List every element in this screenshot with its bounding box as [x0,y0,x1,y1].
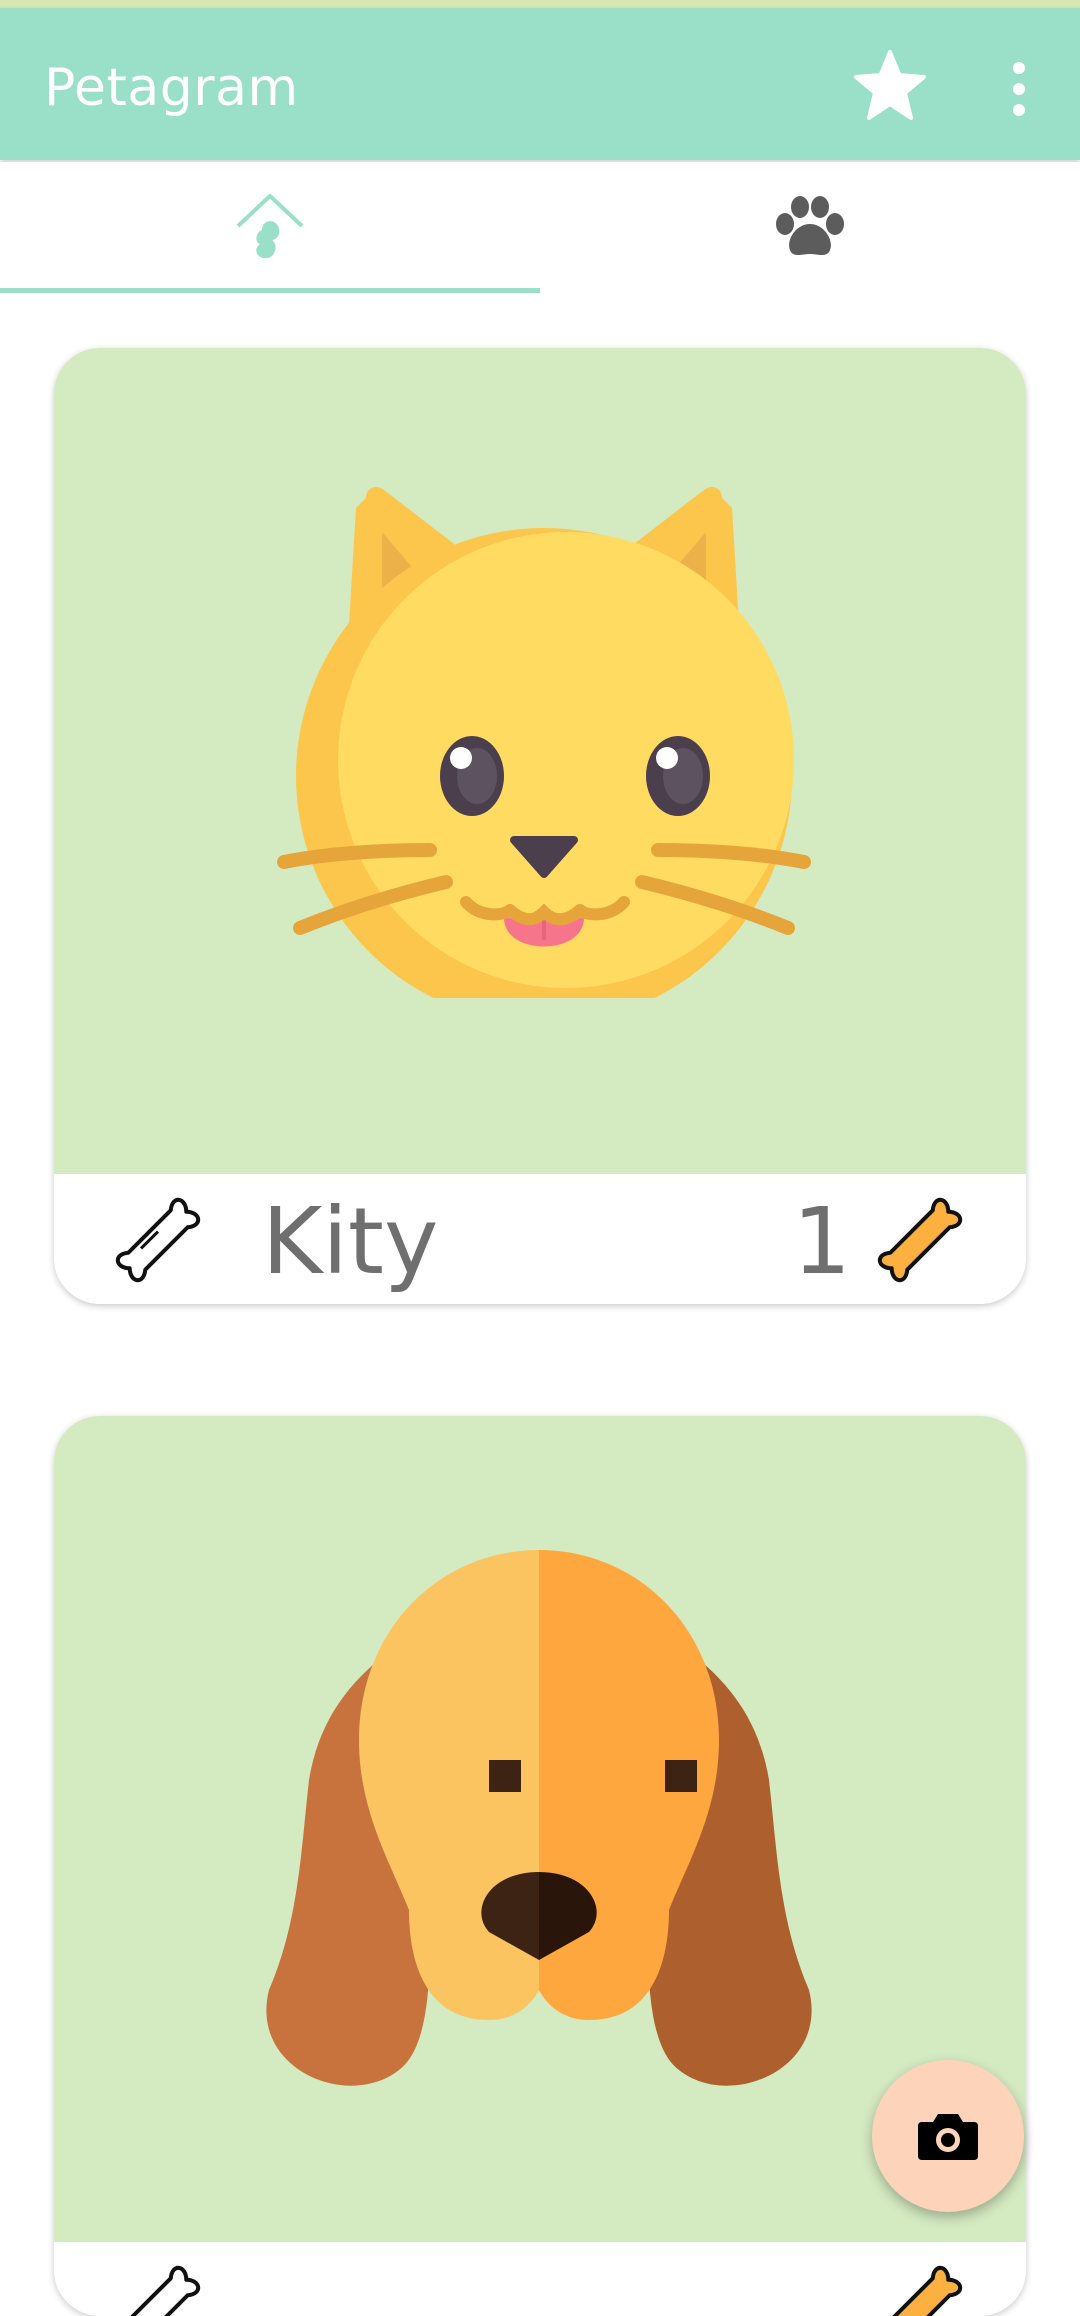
pet-card-footer: Kity 1 [54,1174,1026,1304]
like-button[interactable] [106,1190,210,1290]
tab-indicator [0,288,540,293]
camera-fab[interactable] [872,2060,1024,2212]
pet-name: Kity [262,1188,439,1295]
bone-filled-icon [877,1197,963,1283]
status-bar [0,0,1080,8]
dog-face-image [266,1550,812,2086]
camera-icon [918,2114,978,2160]
tab-bar [0,162,1080,294]
tab-pets[interactable] [540,162,1080,294]
home-pet-icon [236,194,304,259]
pet-image [54,348,1026,1174]
bone-outline-icon [115,1197,201,1283]
favorites-button[interactable] [850,46,930,126]
pet-card-footer [54,2242,1026,2316]
app-title: Petagram [44,58,299,118]
rating-count: 1 [792,1188,851,1295]
pet-card: Kity 1 [54,348,1026,1304]
app-bar: Petagram [0,8,1080,160]
bone-outline-icon [115,2265,201,2316]
like-button[interactable] [106,2258,210,2316]
rating-bone [868,2258,972,2316]
more-options-button[interactable] [998,58,1040,122]
bone-filled-icon [877,2265,963,2316]
paw-icon [776,196,844,255]
star-icon [854,50,926,120]
cat-face-image [277,487,811,998]
rating-bone [868,1190,972,1290]
pet-card [54,1416,1026,2316]
tab-home[interactable] [0,162,540,294]
more-vert-icon [1013,62,1025,116]
